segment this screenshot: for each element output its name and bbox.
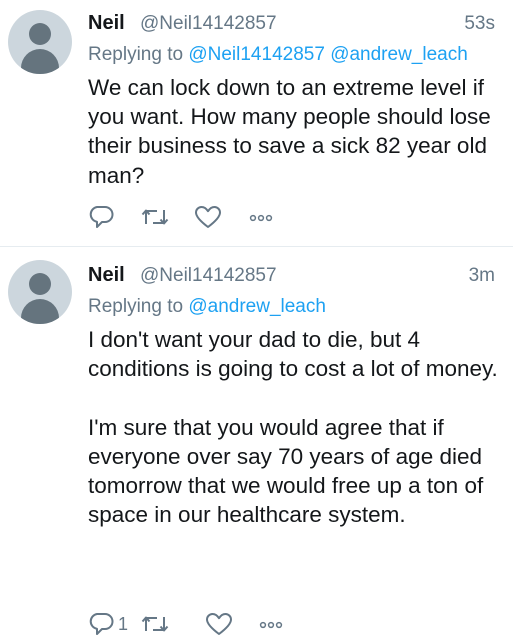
mention-link[interactable]: @andrew_leach (330, 44, 468, 65)
avatar-head-shape (29, 23, 51, 45)
more-icon (249, 214, 273, 222)
retweet-button[interactable] (141, 609, 169, 639)
like-icon (206, 613, 232, 635)
display-name[interactable]: Neil (88, 264, 125, 287)
retweet-icon (141, 209, 169, 225)
avatar-head-shape (29, 273, 51, 295)
reply-button[interactable] (88, 202, 118, 232)
avatar[interactable] (8, 10, 72, 74)
more-icon (259, 621, 283, 629)
retweet-icon (141, 616, 169, 632)
user-handle[interactable]: @Neil14142857 (140, 13, 277, 35)
avatar-body-shape (21, 49, 59, 74)
like-button[interactable] (205, 609, 233, 639)
tweet-text: I don't want your dad to die, but 4 cond… (88, 327, 498, 528)
display-name[interactable]: Neil (88, 12, 125, 35)
more-button[interactable] (258, 609, 284, 639)
reply-count: 1 (118, 613, 129, 634)
like-icon (195, 206, 221, 228)
replying-to: Replying to @Neil14142857 @andrew_leach (88, 44, 468, 66)
like-button[interactable] (194, 202, 222, 232)
more-button[interactable] (248, 202, 274, 232)
tweet-text: We can lock down to an extreme level if … (88, 75, 491, 188)
retweet-button[interactable] (141, 202, 169, 232)
user-handle[interactable]: @Neil14142857 (140, 265, 277, 287)
replying-to-label: Replying to (88, 44, 184, 65)
replying-to: Replying to @andrew_leach (88, 296, 326, 318)
mention-link[interactable]: @andrew_leach (188, 296, 326, 317)
mention-link[interactable]: @Neil14142857 (188, 44, 325, 65)
timestamp[interactable]: 3m (469, 265, 495, 287)
tweet-header: Neil @Neil14142857 53s (88, 12, 495, 38)
avatar[interactable] (8, 260, 72, 324)
reply-icon (89, 613, 114, 635)
timestamp[interactable]: 53s (464, 13, 495, 35)
tweet[interactable]: Neil @Neil14142857 53s Replying to @Neil… (0, 0, 513, 247)
reply-button[interactable]: 1 (88, 609, 128, 639)
avatar-body-shape (21, 299, 59, 324)
replying-to-label: Replying to (88, 296, 184, 317)
reply-icon (89, 206, 114, 228)
tweet-header: Neil @Neil14142857 3m (88, 264, 495, 290)
tweet[interactable]: Neil @Neil14142857 3m Replying to @andre… (0, 247, 513, 643)
